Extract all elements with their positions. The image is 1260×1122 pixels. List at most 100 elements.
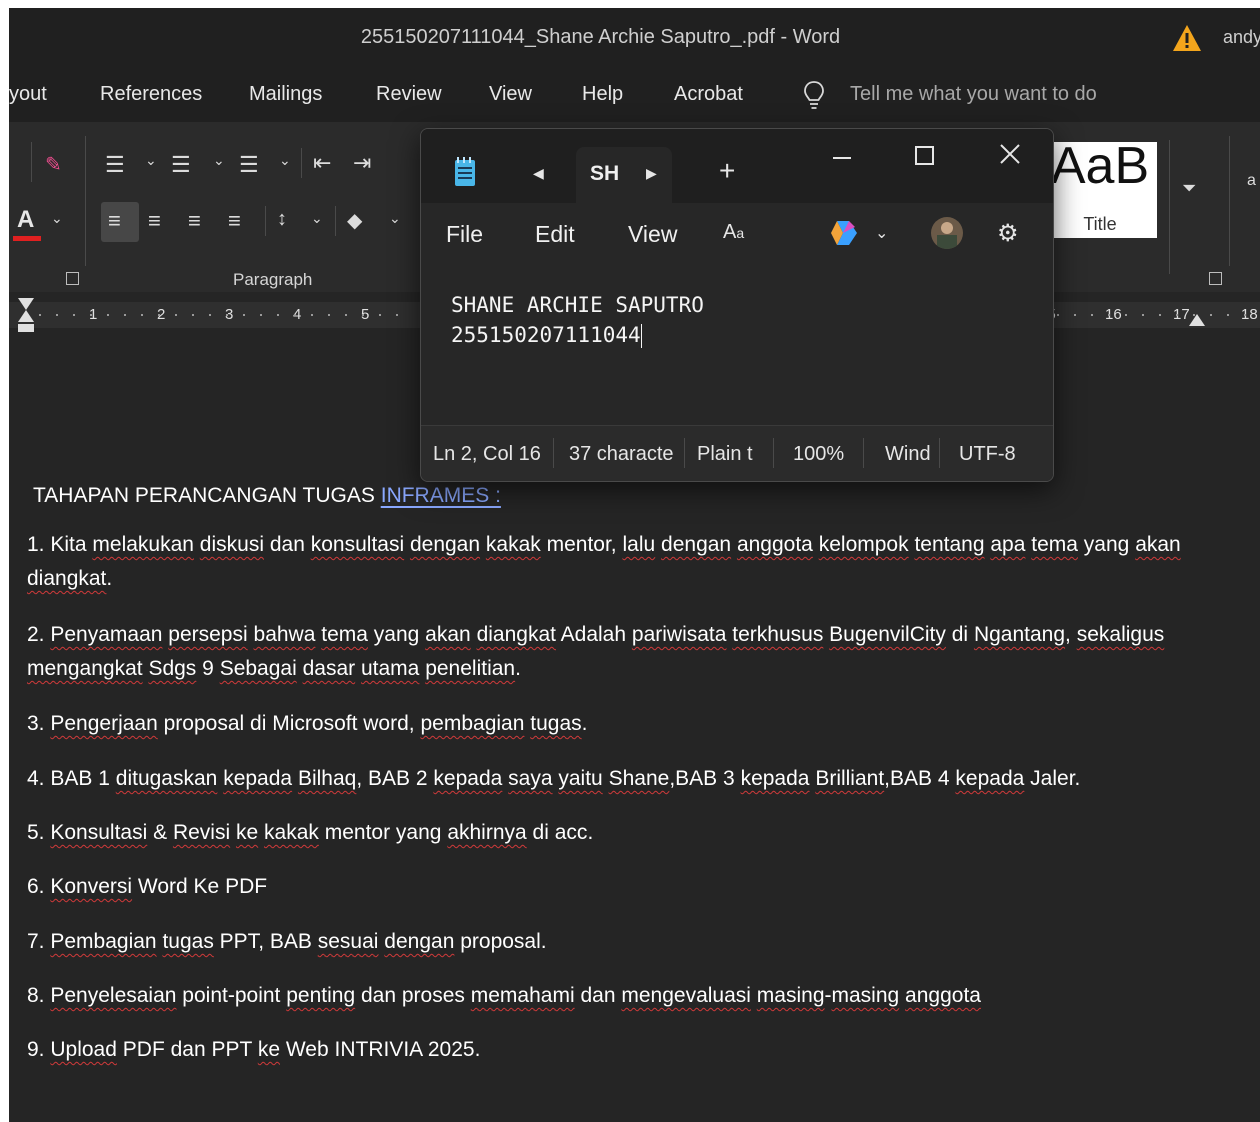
spelling-flag[interactable]: melakukan: [92, 533, 194, 556]
status-format[interactable]: Plain t: [697, 443, 761, 466]
tab-scroll-right-icon[interactable]: ▶: [646, 165, 657, 182]
spelling-flag[interactable]: kelompok: [819, 533, 909, 556]
spelling-flag[interactable]: pariwisata: [632, 623, 727, 646]
spelling-flag[interactable]: Bilhaq: [298, 767, 356, 790]
maximize-icon[interactable]: [915, 146, 934, 165]
settings-gear-icon[interactable]: ⚙: [997, 219, 1019, 248]
menu-view[interactable]: View: [628, 221, 677, 248]
tell-me-search[interactable]: Tell me what you want to do: [850, 83, 1097, 106]
spelling-flag[interactable]: ke: [258, 1038, 280, 1061]
styles-more-button[interactable]: ⏷: [1169, 140, 1212, 274]
spelling-flag[interactable]: kepada: [223, 767, 292, 790]
spelling-flag[interactable]: Ngantang: [974, 623, 1065, 646]
justify-icon[interactable]: ≡: [228, 208, 241, 234]
spelling-flag[interactable]: tentang: [914, 533, 984, 556]
right-indent-marker-icon[interactable]: [1189, 310, 1205, 326]
spelling-flag[interactable]: anggota: [737, 533, 813, 556]
heading-link[interactable]: INFRAMES :: [381, 484, 501, 507]
spelling-flag[interactable]: yaitu: [558, 767, 602, 790]
avatar[interactable]: [931, 217, 963, 249]
menu-file[interactable]: File: [446, 221, 483, 248]
spelling-flag[interactable]: dengan: [661, 533, 731, 556]
style-title-preview[interactable]: AaB Title: [1043, 137, 1157, 238]
status-encoding[interactable]: UTF-8: [959, 443, 1029, 466]
tab-references[interactable]: References: [100, 83, 202, 106]
multilevel-list-icon[interactable]: ☰: [239, 152, 259, 178]
spelling-flag[interactable]: lalu: [622, 533, 655, 556]
spelling-flag[interactable]: Pengerjaan: [50, 712, 157, 735]
spelling-flag[interactable]: tema: [1031, 533, 1078, 556]
chevron-down-icon[interactable]: ⌄: [389, 210, 401, 227]
spelling-flag[interactable]: kakak: [264, 821, 319, 844]
increase-indent-icon[interactable]: ⇥: [353, 150, 371, 176]
tab-acrobat[interactable]: Acrobat: [674, 83, 743, 106]
chevron-down-icon[interactable]: ⌄: [279, 152, 291, 169]
minimize-icon[interactable]: [833, 157, 851, 159]
spelling-flag[interactable]: Brilliant: [815, 767, 884, 790]
chevron-down-icon[interactable]: ⌄: [311, 210, 323, 227]
align-center-icon[interactable]: ≡: [148, 208, 161, 234]
spelling-flag[interactable]: memahami: [471, 984, 575, 1007]
spelling-flag[interactable]: Shane: [609, 767, 670, 790]
spelling-flag[interactable]: utama: [361, 657, 419, 680]
spelling-flag[interactable]: Pembagian: [50, 930, 156, 953]
spelling-flag[interactable]: diskusi: [200, 533, 264, 556]
bullets-icon[interactable]: ☰: [105, 152, 125, 178]
spelling-flag[interactable]: akhirnya: [447, 821, 526, 844]
spelling-flag[interactable]: tema: [321, 623, 368, 646]
text-format-icon[interactable]: Aa: [723, 221, 744, 244]
font-color-button[interactable]: A: [17, 206, 34, 234]
spelling-flag[interactable]: tugas: [162, 930, 213, 953]
spelling-flag[interactable]: bahwa: [254, 623, 316, 646]
align-left-icon[interactable]: ≡: [108, 208, 121, 234]
spelling-flag[interactable]: ke: [236, 821, 258, 844]
tab-scroll-left-icon[interactable]: ◀: [533, 165, 544, 182]
chevron-down-icon[interactable]: ⌄: [213, 152, 225, 169]
spelling-flag[interactable]: Penyelesaian: [50, 984, 176, 1007]
account-name[interactable]: andy: [1223, 27, 1260, 48]
spelling-flag[interactable]: mengevaluasi: [621, 984, 751, 1007]
spelling-flag[interactable]: saya: [508, 767, 552, 790]
spelling-flag[interactable]: masing: [832, 984, 900, 1007]
warning-icon[interactable]: [1172, 24, 1202, 52]
notepad-tab[interactable]: SH: [576, 147, 672, 203]
spelling-flag[interactable]: Konsultasi: [50, 821, 147, 844]
spelling-flag[interactable]: akan: [425, 623, 471, 646]
spelling-flag[interactable]: Konversi: [50, 875, 132, 898]
spelling-flag[interactable]: kepada: [955, 767, 1024, 790]
tab-layout[interactable]: yout: [9, 83, 47, 106]
highlighter-icon[interactable]: ✎: [45, 152, 62, 177]
copilot-icon[interactable]: [829, 217, 861, 249]
font-dialog-launcher-icon[interactable]: [66, 272, 79, 285]
tab-review[interactable]: Review: [376, 83, 442, 106]
spelling-flag[interactable]: BugenvilCity: [829, 623, 946, 646]
spelling-flag[interactable]: terkhusus: [732, 623, 823, 646]
new-tab-icon[interactable]: +: [719, 155, 735, 187]
spelling-flag[interactable]: Revisi: [173, 821, 230, 844]
chevron-down-icon[interactable]: ⌄: [875, 223, 888, 243]
align-right-icon[interactable]: ≡: [188, 208, 201, 234]
notepad-window[interactable]: ◀ SH ▶ + File Edit View Aa ⌄ ⚙ SHANE ARC…: [420, 128, 1054, 482]
spelling-flag[interactable]: penelitian: [425, 657, 515, 680]
shading-icon[interactable]: ◆: [347, 208, 362, 233]
spelling-flag[interactable]: tugas: [530, 712, 581, 735]
chevron-down-icon[interactable]: ⌄: [51, 210, 63, 227]
spelling-flag[interactable]: dasar: [303, 657, 356, 680]
tab-mailings[interactable]: Mailings: [249, 83, 322, 106]
spelling-flag[interactable]: pembagian: [420, 712, 524, 735]
status-line-ending[interactable]: Wind: [885, 443, 937, 466]
decrease-indent-icon[interactable]: ⇤: [313, 150, 331, 176]
spelling-flag[interactable]: mengangkat: [27, 657, 143, 680]
numbering-icon[interactable]: ☰: [171, 152, 191, 178]
spelling-flag[interactable]: sesuai: [318, 930, 379, 953]
chevron-down-icon[interactable]: ⌄: [145, 152, 157, 169]
spelling-flag[interactable]: kepada: [433, 767, 502, 790]
spelling-flag[interactable]: ditugaskan: [116, 767, 218, 790]
tab-view[interactable]: View: [489, 83, 532, 106]
spelling-flag[interactable]: Sebagai: [220, 657, 297, 680]
status-zoom[interactable]: 100%: [793, 443, 853, 466]
spelling-flag[interactable]: Upload: [50, 1038, 117, 1061]
line-spacing-icon[interactable]: ↕: [277, 208, 287, 231]
editing-icon[interactable]: a: [1247, 172, 1256, 190]
spelling-flag[interactable]: kepada: [741, 767, 810, 790]
